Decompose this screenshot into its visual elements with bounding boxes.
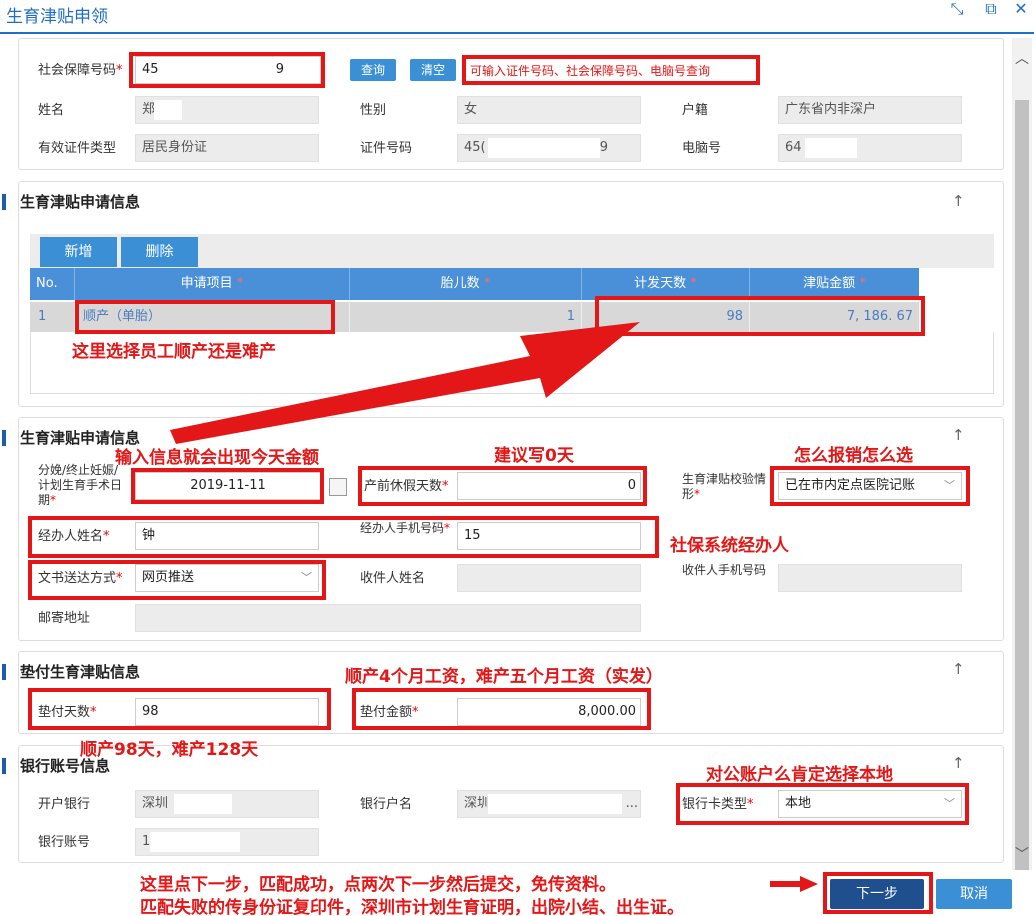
annotation-note-7: 顺产98天，难产128天 (80, 740, 259, 760)
annotation-note-2: 输入信息就会出现今天金额 (115, 448, 319, 468)
annotation-note-6: 顺产4个月工资，难产五个月工资（实发） (345, 667, 663, 687)
annotation-note-9: 这里点下一步，匹配成功，点两次下一步然后提交，免传资料。 (140, 875, 616, 895)
annotation-note-8: 对公账户么肯定选择本地 (706, 765, 893, 785)
annotation-note-3: 建议写0天 (494, 446, 574, 466)
annotation-note-5: 社保系统经办人 (670, 536, 789, 556)
annotation-arrow-right (770, 876, 818, 892)
annotation-note-1: 这里选择员工顺产还是难产 (72, 342, 276, 362)
annotation-note-10: 匹配失败的传身份证复印件，深圳市计划生育证明，出院小结、出生证。 (140, 898, 684, 916)
annotation-note-4: 怎么报销怎么选 (794, 446, 913, 466)
